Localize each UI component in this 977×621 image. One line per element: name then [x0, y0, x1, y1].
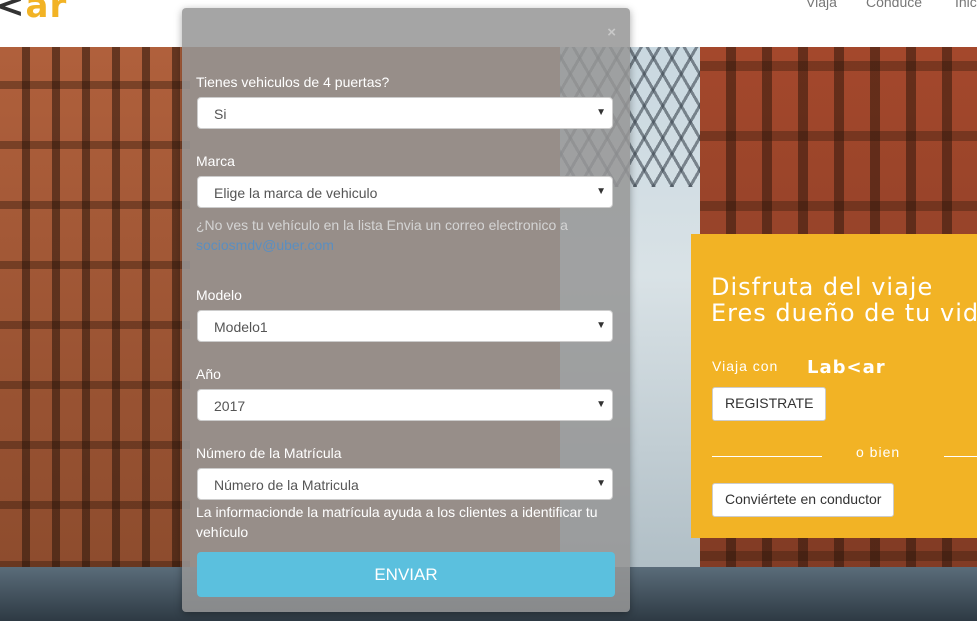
submit-button[interactable]: ENVIAR: [197, 552, 615, 597]
model-select[interactable]: Modelo1 ▼: [197, 310, 613, 342]
model-value: Modelo1: [214, 319, 268, 335]
brand-select[interactable]: Elige la marca de vehiculo ▼: [197, 176, 613, 208]
chevron-down-icon: ▼: [596, 107, 606, 118]
nav-conduce[interactable]: Conduce: [866, 0, 922, 10]
brand-label: Marca: [196, 153, 235, 169]
promo-viaja-text: Viaja con: [712, 358, 779, 374]
chevron-down-icon: ▼: [596, 478, 606, 489]
chevron-down-icon: ▼: [596, 399, 606, 410]
nav-inicio[interactable]: Inic: [955, 0, 977, 10]
brand-value: Elige la marca de vehiculo: [214, 185, 378, 201]
building-left: [0, 47, 190, 621]
model-label: Modelo: [196, 287, 242, 303]
or-text: o bien: [856, 444, 901, 460]
close-icon[interactable]: ×: [607, 24, 616, 41]
nav-viaja[interactable]: Viaja: [806, 0, 837, 10]
plate-value: Número de la Matricula: [214, 477, 359, 493]
year-value: 2017: [214, 398, 246, 414]
doors-value: Si: [214, 106, 227, 122]
doors-label: Tienes vehiculos de 4 puertas?: [196, 74, 390, 90]
year-label: Año: [196, 366, 221, 382]
plate-select[interactable]: Número de la Matricula ▼: [197, 468, 613, 500]
plate-label: Número de la Matrícula: [196, 445, 342, 461]
chevron-down-icon: ▼: [596, 186, 606, 197]
vehicle-form-modal: × Tienes vehiculos de 4 puertas? Si ▼ Ma…: [182, 8, 630, 612]
register-button[interactable]: REGISTRATE: [712, 387, 827, 421]
year-select[interactable]: 2017 ▼: [197, 389, 613, 421]
chevron-down-icon: ▼: [596, 320, 606, 331]
divider-right: [944, 456, 977, 457]
divider-left: [712, 456, 822, 457]
promo-card: Disfruta del viaje Eres dueño de tu vida …: [691, 234, 977, 538]
support-email-link[interactable]: sociosmdv@uber.com: [196, 237, 334, 253]
plate-note: La informacionde la matrícula ayuda a lo…: [196, 504, 598, 540]
promo-heading: Disfruta del viaje Eres dueño de tu vida: [711, 273, 977, 327]
become-driver-button[interactable]: Conviértete en conductor: [712, 483, 895, 517]
logo[interactable]: <ar: [0, 0, 67, 26]
help-text: ¿No ves tu vehículo en la lista Envia un…: [196, 217, 568, 253]
promo-brand-logo: Lab<ar: [807, 357, 886, 378]
doors-select[interactable]: Si ▼: [197, 97, 613, 129]
